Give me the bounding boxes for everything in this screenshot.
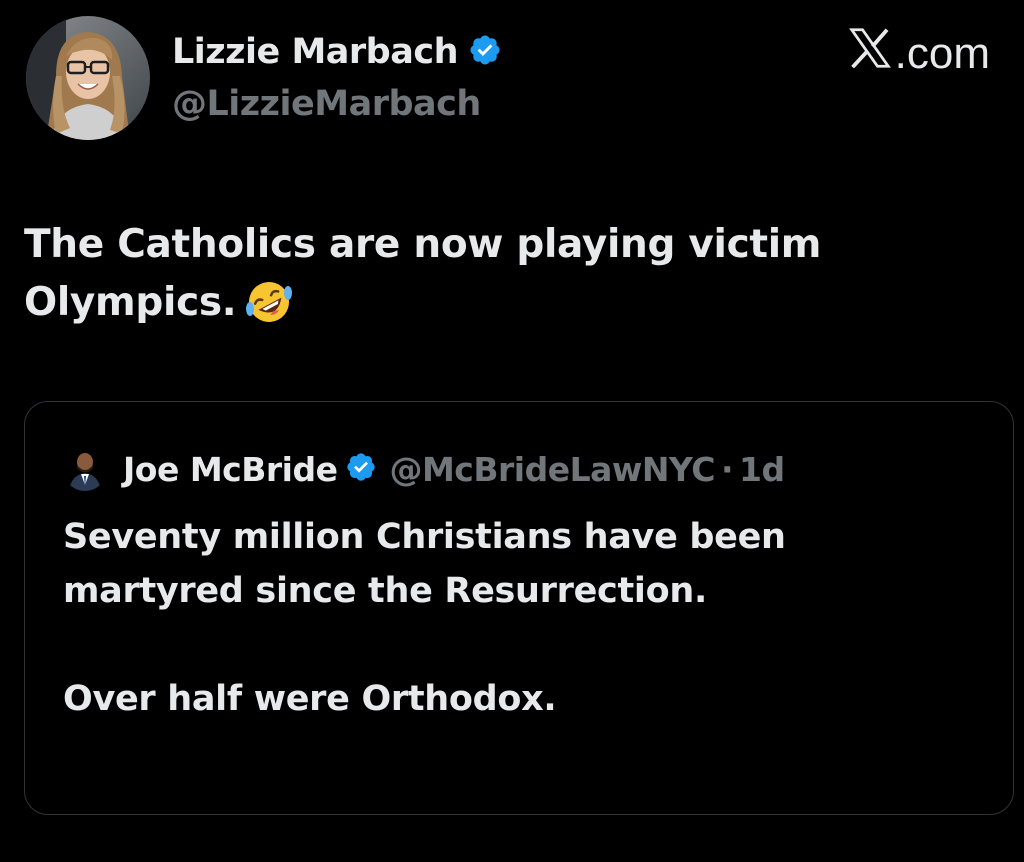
rolling-on-floor-laughing-emoji-icon	[244, 279, 294, 342]
quoted-tweet-paragraph: Over half were Orthodox.	[63, 679, 557, 719]
quoted-tweet-card[interactable]: Joe McBride @McBrideLawNYC · 1d Seventy …	[24, 401, 1014, 815]
quoted-author-handle[interactable]: @McBrideLawNYC	[389, 450, 715, 489]
quoted-author-avatar[interactable]	[63, 447, 107, 491]
tweet-body: The Catholics are now playing victim Oly…	[24, 222, 822, 325]
verified-badge-icon	[468, 33, 502, 71]
author-name-row: Lizzie Marbach	[172, 30, 502, 74]
x-logo-icon	[848, 28, 891, 79]
brand-watermark: .com	[848, 28, 990, 79]
quoted-verified-badge-icon	[345, 451, 377, 487]
quoted-tweet-timestamp[interactable]: 1d	[739, 450, 785, 489]
quoted-tweet-body: Seventy million Christians have been mar…	[63, 510, 963, 726]
quoted-tweet-header: Joe McBride @McBrideLawNYC · 1d	[63, 444, 785, 494]
quoted-tweet-paragraph: Seventy million Christians have been mar…	[63, 517, 786, 611]
author-avatar[interactable]	[26, 16, 150, 140]
author-avatar-image	[26, 16, 150, 140]
quoted-author-display-name[interactable]: Joe McBride	[123, 450, 338, 489]
quoted-author-avatar-image	[63, 447, 107, 491]
brand-domain-text: .com	[894, 28, 990, 78]
author-display-name[interactable]: Lizzie Marbach	[172, 30, 459, 74]
separator-dot: ·	[720, 449, 734, 489]
author-handle[interactable]: @LizzieMarbach	[172, 82, 481, 126]
tweet-text: The Catholics are now playing victim Oly…	[24, 216, 964, 342]
